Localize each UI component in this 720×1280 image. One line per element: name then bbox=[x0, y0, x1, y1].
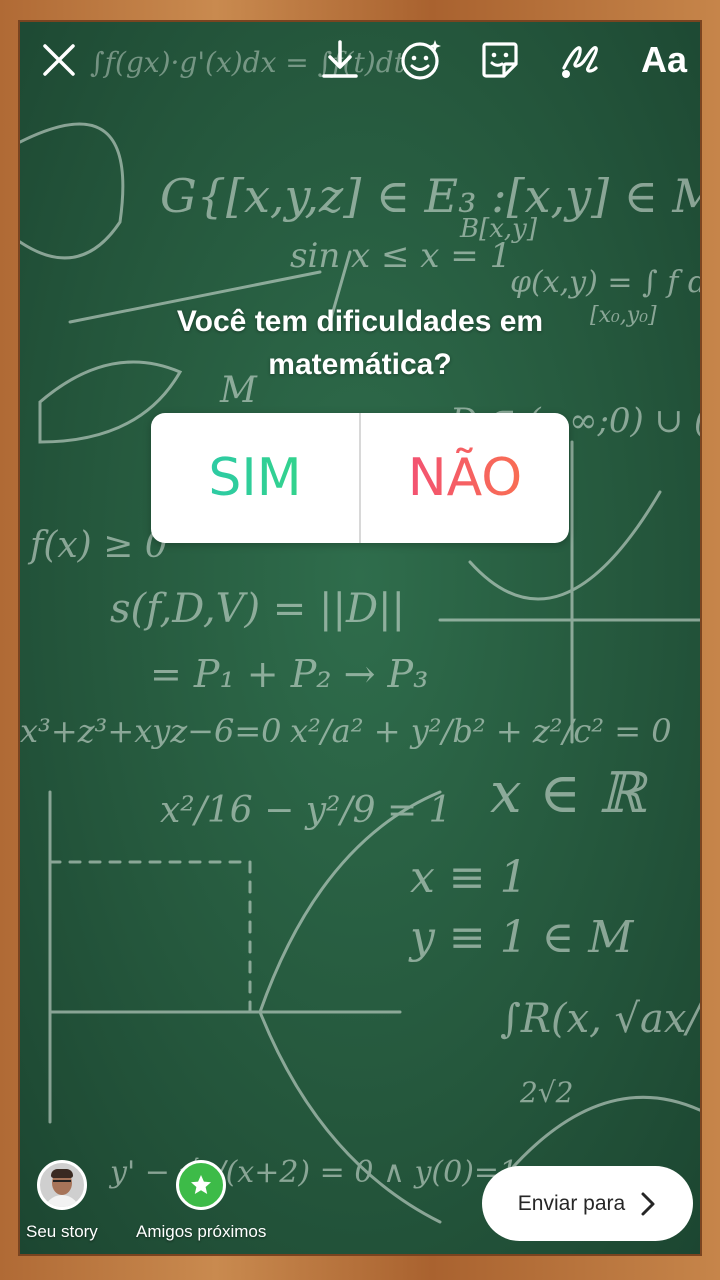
download-icon bbox=[322, 40, 358, 78]
text-tool-button[interactable]: Aa bbox=[634, 38, 694, 82]
sticker-button[interactable] bbox=[474, 34, 526, 86]
avatar bbox=[36, 1160, 87, 1210]
svg-text:x³+z³+xyz−6=0: x³+z³+xyz−6=0 bbox=[20, 712, 282, 750]
close-friends-label: Amigos próximos bbox=[136, 1222, 267, 1241]
svg-text:s(f,D,V) = ||D||: s(f,D,V) = ||D|| bbox=[110, 586, 405, 632]
star-icon bbox=[191, 1175, 212, 1194]
download-button[interactable] bbox=[314, 34, 366, 86]
svg-text:x²/a² + y²/b² + z²/c² = 0: x²/a² + y²/b² + z²/c² = 0 bbox=[290, 712, 672, 750]
poll-option-yes[interactable]: SIM bbox=[151, 413, 359, 543]
svg-text:f(x) ≥ 0: f(x) ≥ 0 bbox=[27, 525, 168, 566]
svg-text:x²/16 − y²/9 = 1: x²/16 − y²/9 = 1 bbox=[160, 790, 451, 831]
draw-icon bbox=[562, 46, 598, 78]
poll-question: Você tem dificuldades em matemática? bbox=[176, 305, 544, 381]
close-friends-button[interactable]: Amigos próximos bbox=[136, 1160, 266, 1242]
draw-button[interactable] bbox=[554, 34, 606, 86]
svg-text:∫R(x, √ax/cx: ∫R(x, √ax/cx bbox=[500, 996, 702, 1042]
svg-text:2√2: 2√2 bbox=[519, 1076, 573, 1109]
svg-text:y ≡ 1 ∈ M: y ≡ 1 ∈ M bbox=[408, 912, 634, 963]
svg-text:φ(x,y) = ∫ f ds: φ(x,y) = ∫ f ds bbox=[510, 265, 702, 300]
poll-sticker[interactable]: SIM NÃO bbox=[151, 413, 569, 543]
poll-option-no[interactable]: NÃO bbox=[361, 413, 569, 543]
your-story-label: Seu story bbox=[26, 1222, 98, 1241]
sticker-icon bbox=[482, 42, 518, 78]
effects-button[interactable] bbox=[395, 34, 447, 86]
your-story-button[interactable]: Seu story bbox=[26, 1160, 98, 1242]
svg-text:= P₁ + P₂ → P₃: = P₁ + P₂ → P₃ bbox=[150, 652, 428, 696]
send-to-button[interactable]: Enviar para bbox=[482, 1166, 693, 1241]
effects-icon bbox=[401, 40, 441, 80]
math-chalk-drawing: ∫f(gx)·g'(x)dx = ∫f(t)dt G{[x,y,z] ∈ E₃ … bbox=[20, 46, 702, 1224]
close-icon bbox=[43, 44, 75, 76]
svg-text:x ≡ 1: x ≡ 1 bbox=[410, 852, 528, 903]
chalkboard-background: ∫f(gx)·g'(x)dx = ∫f(t)dt G{[x,y,z] ∈ E₃ … bbox=[18, 20, 702, 1256]
svg-text:x ∈ ℝ: x ∈ ℝ bbox=[490, 761, 649, 826]
send-to-label: Enviar para bbox=[517, 1191, 626, 1215]
close-friends-avatar bbox=[176, 1160, 227, 1210]
chevron-right-icon bbox=[641, 1192, 655, 1215]
svg-text:B[x,y]: B[x,y] bbox=[459, 214, 538, 244]
svg-text:G{[x,y,z] ∈ E₃ :[x,y] ∈ M: G{[x,y,z] ∈ E₃ :[x,y] ∈ M bbox=[160, 169, 702, 223]
close-button[interactable] bbox=[33, 34, 85, 86]
